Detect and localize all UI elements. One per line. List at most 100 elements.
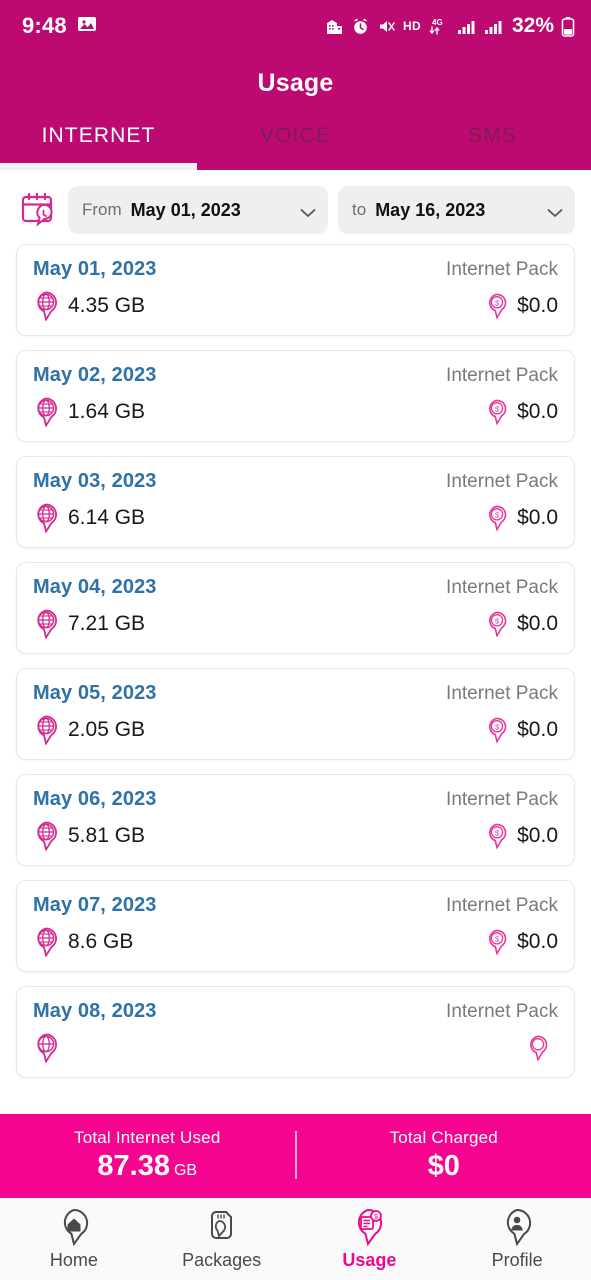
usage-list-item[interactable]: May 02, 2023 Internet Pack 1.64 GB $ $0.… [16, 350, 575, 442]
usage-cost: $0.0 [517, 400, 558, 423]
home-pin-icon [57, 1208, 91, 1246]
date-from-value: May 01, 2023 [130, 199, 241, 220]
hd-icon: HD [403, 19, 421, 33]
content-area: From May 01, 2023 to May 16, 2023 May 01… [0, 170, 591, 1196]
summary-internet-value: 87.38 [97, 1149, 170, 1182]
usage-amount: 8.6 GB [68, 930, 134, 953]
usage-amount: 6.14 GB [68, 506, 146, 529]
image-icon [77, 14, 97, 39]
globe-pin-icon [33, 291, 59, 322]
svg-text:$: $ [495, 511, 499, 520]
status-bar: 9:48 HD 4G 32% [0, 0, 591, 52]
summary-total-charged: Total Charged $0 [297, 1128, 591, 1183]
usage-date: May 03, 2023 [33, 470, 157, 492]
globe-pin-icon [33, 1033, 59, 1064]
summary-internet-used: Total Internet Used 87.38 GB [0, 1128, 295, 1183]
usage-date: May 06, 2023 [33, 788, 157, 810]
date-to-value: May 16, 2023 [375, 199, 486, 220]
nav-label-profile: Profile [491, 1249, 543, 1270]
usage-date: May 02, 2023 [33, 364, 157, 386]
nav-item-packages[interactable]: Packages [148, 1208, 296, 1271]
sim-card-pin-icon [205, 1208, 239, 1246]
nav-label-usage: Usage [342, 1249, 397, 1270]
usage-pack-name: Internet Pack [446, 682, 558, 704]
usage-pack-name: Internet Pack [446, 894, 558, 916]
usage-list-item[interactable]: May 05, 2023 Internet Pack 2.05 GB $ $0.… [16, 668, 575, 760]
svg-text:$: $ [495, 617, 499, 626]
signal-bars-2-icon [483, 17, 503, 36]
svg-text:$: $ [495, 935, 499, 944]
cost-pin-icon: $ [486, 399, 508, 426]
cost-pin-icon: $ [486, 823, 508, 850]
date-to-label: to [352, 200, 367, 219]
calendar-clock-icon[interactable] [18, 190, 58, 230]
usage-list-item[interactable]: May 08, 2023 Internet Pack [16, 986, 575, 1078]
svg-text:$: $ [374, 1214, 378, 1221]
usage-bill-pin-icon: $ [352, 1208, 386, 1246]
battery-percent-label: 32% [511, 14, 554, 37]
usage-summary-bar: Total Internet Used 87.38 GB Total Charg… [0, 1114, 591, 1196]
usage-pack-name: Internet Pack [446, 788, 558, 810]
usage-list-item[interactable]: May 06, 2023 Internet Pack 5.81 GB $ $0.… [16, 774, 575, 866]
usage-cost: $0.0 [517, 294, 558, 317]
date-from-label: From [82, 200, 122, 219]
usage-list-item[interactable]: May 03, 2023 Internet Pack 6.14 GB $ $0.… [16, 456, 575, 548]
cost-pin-icon: $ [486, 929, 508, 956]
globe-pin-icon [33, 821, 59, 852]
usage-pack-name: Internet Pack [446, 258, 558, 280]
usage-date: May 01, 2023 [33, 258, 157, 280]
mute-vibrate-icon [377, 17, 396, 36]
nav-item-usage[interactable]: $ Usage [296, 1208, 444, 1271]
status-time: 9:48 [22, 13, 67, 38]
cost-pin-icon: $ [486, 611, 508, 638]
nav-item-profile[interactable]: Profile [443, 1208, 591, 1271]
usage-date: May 05, 2023 [33, 682, 157, 704]
svg-text:$: $ [495, 405, 499, 414]
person-pin-icon [500, 1208, 534, 1246]
app-header: Usage INTERNET VOICE SMS [0, 52, 591, 170]
active-tab-indicator [0, 163, 197, 170]
usage-cost: $0.0 [517, 506, 558, 529]
chevron-down-icon [547, 205, 563, 217]
usage-list: May 01, 2023 Internet Pack 4.35 GB $ $0.… [0, 244, 591, 1078]
tab-internet[interactable]: INTERNET [0, 108, 197, 170]
usage-date: May 07, 2023 [33, 894, 157, 916]
app-icon [325, 17, 344, 36]
usage-list-item[interactable]: May 07, 2023 Internet Pack 8.6 GB $ $0.0 [16, 880, 575, 972]
date-to-dropdown[interactable]: to May 16, 2023 [338, 186, 575, 234]
summary-charged-value: $0 [427, 1149, 460, 1182]
nav-label-packages: Packages [182, 1249, 262, 1270]
bottom-navigation: Home Packages $ Usage Profile [0, 1196, 591, 1280]
cost-pin-icon: $ [486, 293, 508, 320]
usage-pack-name: Internet Pack [446, 470, 558, 492]
summary-charged-label: Total Charged [389, 1127, 498, 1147]
usage-cost: $0.0 [517, 930, 558, 953]
summary-internet-value-group: 87.38 GB [97, 1150, 197, 1183]
usage-pack-name: Internet Pack [446, 1000, 558, 1022]
usage-amount: 1.64 GB [68, 400, 146, 423]
cost-pin-icon: $ [486, 505, 508, 532]
signal-bars-1-icon [456, 17, 476, 36]
usage-date: May 04, 2023 [33, 576, 157, 598]
usage-amount: 4.35 GB [68, 294, 146, 317]
usage-list-item[interactable]: May 04, 2023 Internet Pack 7.21 GB $ $0.… [16, 562, 575, 654]
globe-pin-icon [33, 715, 59, 746]
usage-list-item[interactable]: May 01, 2023 Internet Pack 4.35 GB $ $0.… [16, 244, 575, 336]
globe-pin-icon [33, 397, 59, 428]
nav-label-home: Home [49, 1249, 98, 1270]
4g-data-icon: 4G [428, 16, 449, 36]
globe-pin-icon [33, 609, 59, 640]
usage-cost: $0.0 [517, 824, 558, 847]
chevron-down-icon [300, 205, 316, 217]
usage-cost: $0.0 [517, 718, 558, 741]
app-screen: 9:48 HD 4G 32% Usage INTERNET VOICE SMS … [0, 0, 591, 1280]
status-bar-left: 9:48 [22, 13, 97, 39]
nav-item-home[interactable]: Home [0, 1208, 148, 1271]
status-bar-right: HD 4G 32% [325, 14, 575, 38]
cost-pin-icon: $ [486, 717, 508, 744]
tab-sms[interactable]: SMS [394, 108, 591, 170]
tab-voice[interactable]: VOICE [197, 108, 394, 170]
battery-icon [561, 16, 575, 37]
cost-pin-icon [527, 1035, 549, 1062]
date-from-dropdown[interactable]: From May 01, 2023 [68, 186, 328, 234]
